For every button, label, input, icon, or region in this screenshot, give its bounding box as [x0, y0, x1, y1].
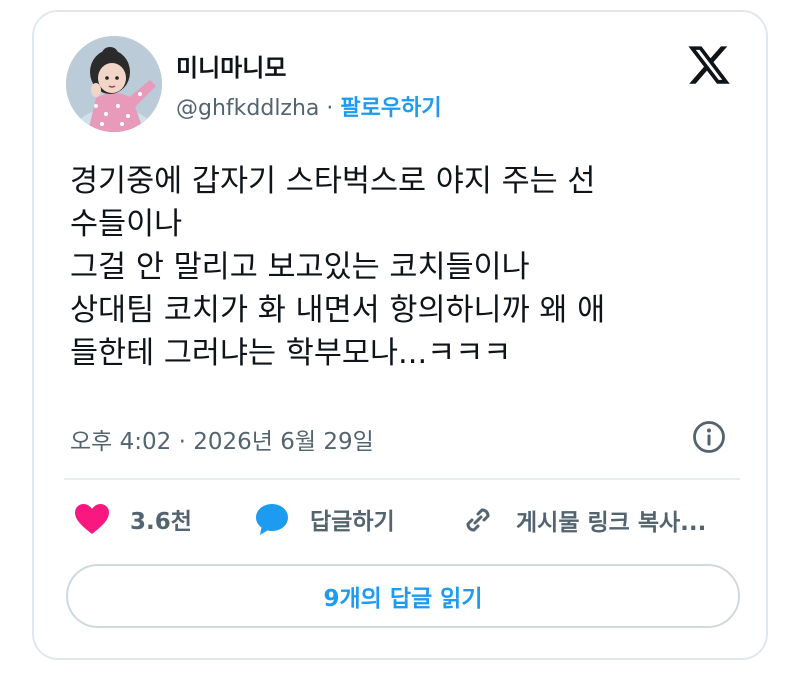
user-handle[interactable]: @ghfkddlzha — [176, 96, 319, 121]
tweet-timestamp[interactable]: 오후 4:02 · 2026년 6월 29일 — [70, 422, 374, 456]
divider — [64, 478, 740, 480]
tweet-card: 미니마니모 @ghfkddlzha · 팔로우하기 경기중에 갑자기 스타벅스로… — [32, 10, 768, 660]
read-replies-button[interactable]: 9개의 답글 읽기 — [66, 564, 740, 628]
reply-label: 답글하기 — [310, 509, 395, 535]
heart-icon — [75, 504, 109, 534]
copy-link-label: 게시물 링크 복사... — [516, 510, 707, 536]
avatar[interactable] — [66, 36, 162, 132]
tweet-line: 상대팀 코치가 화 내면서 항의하니까 왜 애 — [70, 293, 606, 328]
tweet-line: 들한테 그러냐는 학부모나...ㅋㅋㅋ — [70, 336, 512, 371]
like-button[interactable]: 3.6천 — [74, 502, 192, 536]
x-logo-icon[interactable] — [686, 42, 732, 88]
copy-link-button[interactable]: 게시물 링크 복사... — [460, 502, 706, 538]
tweet-line: 수들이나 — [70, 207, 183, 242]
reply-button[interactable]: 답글하기 — [254, 502, 395, 536]
link-icon — [466, 508, 490, 532]
display-name[interactable]: 미니마니모 — [176, 48, 286, 83]
tweet-text: 경기중에 갑자기 스타벅스로 야지 주는 선 수들이나 그걸 안 말리고 보고있… — [70, 160, 750, 375]
like-count: 3.6천 — [130, 509, 192, 535]
separator: · — [326, 96, 334, 121]
tweet-line: 경기중에 갑자기 스타벅스로 야지 주는 선 — [70, 164, 596, 199]
follow-button[interactable]: 팔로우하기 — [340, 96, 441, 121]
speech-bubble-icon — [256, 504, 288, 535]
tweet-line: 그걸 안 말리고 보고있는 코치들이나 — [70, 250, 530, 285]
handle-row: @ghfkddlzha · 팔로우하기 — [176, 90, 442, 122]
info-icon[interactable] — [692, 420, 726, 454]
